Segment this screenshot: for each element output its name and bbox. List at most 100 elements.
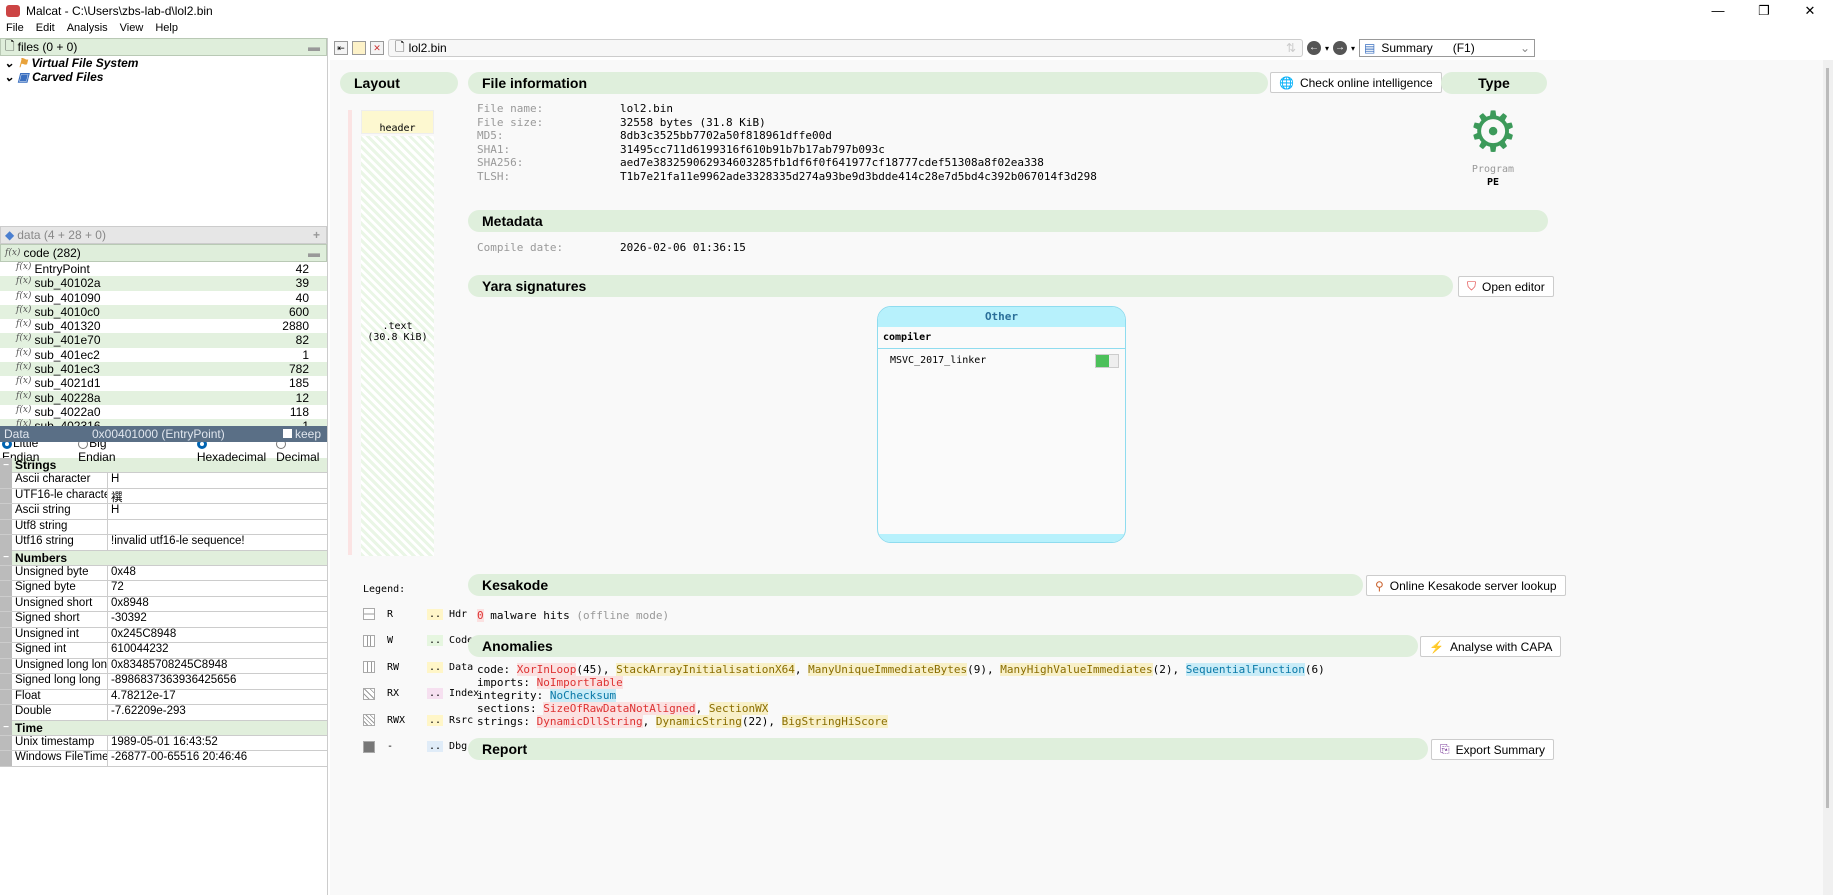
vertical-scrollbar[interactable]	[1823, 60, 1833, 895]
type-format: PE	[1486, 177, 1500, 188]
property-row[interactable]: Unsigned int 0x245C8948	[0, 627, 327, 643]
sync-panel-icon[interactable]: ⇤	[334, 41, 348, 55]
property-value: 610044232	[111, 643, 169, 655]
online-kesakode-lookup-button[interactable]: ⚲ Online Kesakode server lookup	[1366, 575, 1566, 596]
property-row[interactable]: Float 4.78212e-17	[0, 689, 327, 705]
property-row[interactable]: Signed byte 72	[0, 581, 327, 597]
tree-item-carved-files[interactable]: ⌄ ▣ Carved Files	[0, 70, 327, 84]
function-item[interactable]: f(x)sub_4023161	[0, 419, 327, 426]
function-name: sub_4010c0	[34, 304, 100, 319]
function-name: sub_4022a0	[34, 404, 101, 419]
data-panel-header[interactable]: ◆ data (4 + 28 + 0) +	[0, 226, 327, 244]
function-item[interactable]: f(x) sub_4022a0 118	[0, 405, 327, 419]
property-row[interactable]: Utf16 string !invalid utf16-le sequence!	[0, 535, 327, 551]
menu-analysis[interactable]: Analysis	[61, 22, 114, 38]
legend-item: R.. Hdr	[363, 608, 467, 620]
function-item[interactable]: f(x) sub_401320 2880	[0, 319, 327, 333]
function-name: sub_401ec3	[34, 362, 100, 377]
collapse-icon[interactable]: −	[0, 550, 12, 565]
function-size: 82	[295, 333, 309, 348]
file-tab[interactable]: 🗋 lol2.bin ⇅	[388, 39, 1303, 57]
file-info-value[interactable]: aed7e383259062934603285fb1df6f0f641977cf…	[620, 156, 1044, 169]
function-icon: f(x)	[16, 419, 32, 426]
property-row[interactable]: Signed int 610044232	[0, 643, 327, 659]
property-row[interactable]: Unix timestamp 1989-05-01 16:43:52	[0, 735, 327, 751]
code-panel-header[interactable]: f(x) code (282) ▬	[0, 244, 327, 262]
file-info-value[interactable]: lol2.bin	[620, 102, 673, 115]
title-bar: Malcat - C:\Users\zbs-lab-d\lol2.bin — ❐…	[0, 0, 1833, 22]
layout-header-block[interactable]: header	[361, 110, 434, 134]
property-row[interactable]: Double -7.62209e-293	[0, 705, 327, 721]
function-item[interactable]: f(x) sub_401090 40	[0, 291, 327, 305]
property-group[interactable]: − Numbers	[0, 550, 327, 566]
function-item[interactable]: f(x) sub_4010c0 600	[0, 304, 327, 320]
property-grid: − Strings Ascii character H UTF16-le charact…	[0, 457, 327, 767]
file-info-value[interactable]: 32558 bytes (31.8 KiB)	[620, 116, 766, 129]
open-file-icon[interactable]	[352, 41, 366, 55]
legend-item: -.. Dbg	[363, 740, 467, 753]
analyse-with-capa-button[interactable]: ⚡ Analyse with CAPA	[1420, 636, 1562, 657]
summary-icon: ▤	[1364, 41, 1376, 55]
yara-rule-row[interactable]: MSVC_2017_linker	[878, 349, 1125, 373]
view-select[interactable]: ▤ Summary (F1) ⌄	[1359, 39, 1536, 57]
function-name: EntryPoint	[34, 262, 90, 276]
legend-item: RWX.. Rsrc	[363, 714, 473, 726]
function-item[interactable]: f(x) sub_4021d1 185	[0, 376, 327, 390]
summary-view: Layout header .text (30.8 KiB) Legend: R.…	[330, 60, 1823, 895]
open-editor-button[interactable]: ⛉ Open editor	[1458, 276, 1554, 297]
function-item[interactable]: f(x) sub_401ec3 782	[0, 362, 327, 377]
property-row[interactable]: Signed long long -8986837363936425656	[0, 674, 327, 690]
function-item[interactable]: f(x) sub_40102a 39	[0, 276, 327, 291]
menu-view[interactable]: View	[114, 22, 150, 38]
file-info-value[interactable]: 8db3c3525bb7702a50f818961dffe00d	[620, 129, 832, 142]
collapse-icon[interactable]: ▬	[308, 40, 320, 54]
menu-edit[interactable]: Edit	[30, 22, 61, 38]
back-button[interactable]: ←	[1307, 41, 1321, 55]
property-row[interactable]: UTF16-le character 襈	[0, 488, 327, 504]
expand-icon[interactable]: +	[313, 228, 320, 242]
export-summary-button[interactable]: ⎘ Export Summary	[1431, 739, 1554, 760]
compile-date-row: Compile date: 2026-02-06 01:36:15	[477, 241, 746, 254]
property-row[interactable]: Unsigned byte 0x48	[0, 565, 327, 581]
property-row[interactable]: Windows FileTime -26877-00-65516 20:46:46	[0, 751, 327, 767]
menu-help[interactable]: Help	[149, 22, 184, 38]
legend-item: W.. Code	[363, 634, 473, 647]
sort-icon[interactable]: ⇅	[1286, 41, 1296, 55]
file-info-value[interactable]: 31495cc711d6199316f610b91b7b17ab797b093c	[620, 143, 885, 156]
tree-item-virtual-file-system[interactable]: ⌄ ⚑ Virtual File System	[0, 56, 327, 70]
maximize-button[interactable]: ❐	[1741, 0, 1787, 22]
forward-button[interactable]: →	[1333, 41, 1348, 55]
function-size: 600	[288, 304, 309, 319]
property-row[interactable]: Signed short -30392	[0, 612, 327, 628]
function-size: 782	[288, 362, 309, 377]
property-row[interactable]: Utf8 string	[0, 519, 327, 535]
property-group[interactable]: − Time	[0, 720, 327, 736]
function-size: 2880	[282, 319, 309, 334]
property-value: -26877-00-65516 20:46:46	[111, 751, 248, 763]
property-row[interactable]: Unsigned short 0x8948	[0, 596, 327, 612]
kesakode-result: 0 malware hits (offline mode)	[477, 609, 670, 622]
kesakode-title: Kesakode	[468, 574, 1363, 596]
property-name: Signed int	[12, 643, 108, 658]
collapse-icon[interactable]: ▬	[308, 246, 320, 260]
function-item[interactable]: f(x) sub_401ec2 1	[0, 348, 327, 362]
file-info-value[interactable]: T1b7e21fa11e9962ade3328335d274a93be9d3bd…	[620, 170, 1097, 183]
property-row[interactable]: Ascii character H	[0, 473, 327, 489]
keep-checkbox[interactable]: keep	[282, 427, 321, 441]
close-button[interactable]: ✕	[1787, 0, 1833, 22]
property-value: -30392	[111, 612, 147, 624]
report-title: Report	[468, 738, 1428, 760]
property-value: 72	[111, 581, 124, 593]
function-item[interactable]: f(x) EntryPoint 42	[0, 262, 327, 276]
minimize-button[interactable]: —	[1695, 0, 1741, 22]
check-online-intelligence-button[interactable]: 🌐 Check online intelligence	[1270, 72, 1442, 93]
collapse-icon[interactable]: −	[0, 457, 12, 473]
property-row[interactable]: Unsigned long long 0x83485708245C8948	[0, 658, 327, 674]
close-file-icon[interactable]: ✕	[370, 41, 384, 55]
function-item[interactable]: f(x) sub_40228a 12	[0, 390, 327, 405]
layout-text-block[interactable]: .text (30.8 KiB)	[361, 136, 434, 556]
collapse-icon[interactable]: −	[0, 720, 12, 735]
files-panel-header[interactable]: 🗋 files (0 + 0) ▬	[0, 38, 327, 56]
function-item[interactable]: f(x) sub_401e70 82	[0, 333, 327, 348]
property-row[interactable]: Ascii string H	[0, 504, 327, 520]
